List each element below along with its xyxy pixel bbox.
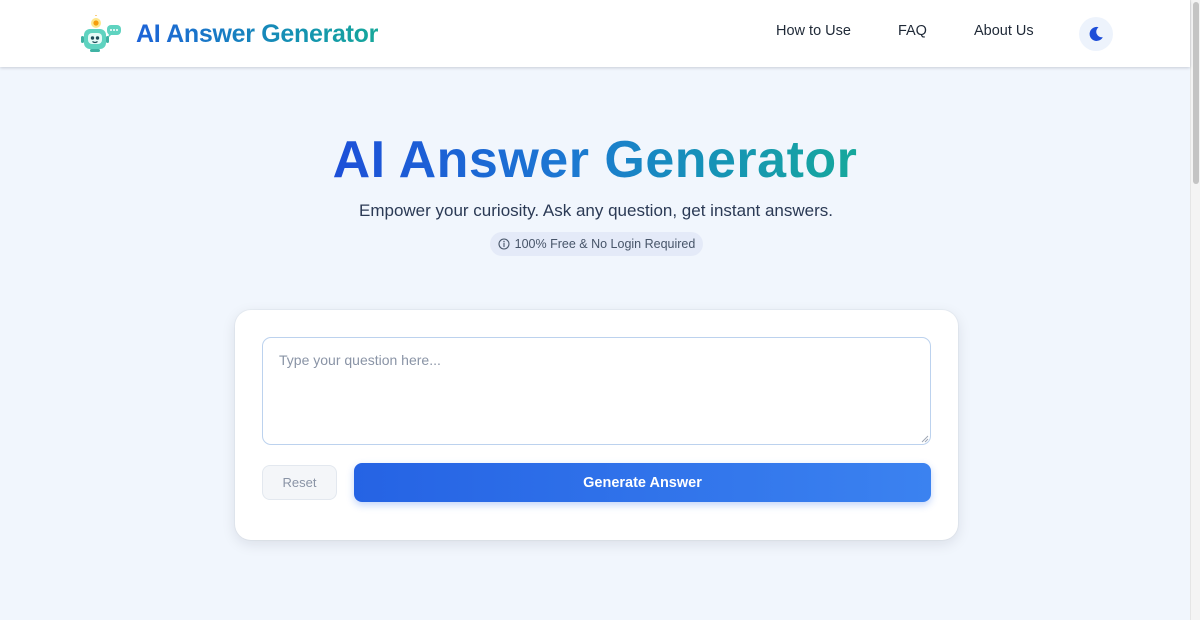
hero-title-text: AI Answer Generator bbox=[332, 131, 858, 189]
question-input[interactable] bbox=[262, 337, 931, 445]
reset-button[interactable]: Reset bbox=[262, 465, 337, 500]
nav-faq[interactable]: FAQ bbox=[898, 23, 927, 39]
moon-icon bbox=[1089, 26, 1103, 41]
free-badge: 100% Free & No Login Required bbox=[490, 232, 703, 256]
generate-answer-button[interactable]: Generate Answer bbox=[354, 463, 931, 502]
main-nav: How to Use FAQ About Us bbox=[776, 23, 1034, 39]
scrollbar-thumb[interactable] bbox=[1193, 2, 1199, 184]
theme-toggle-button[interactable] bbox=[1079, 17, 1113, 51]
question-card: Reset Generate Answer bbox=[235, 310, 958, 540]
page-scrollbar[interactable] bbox=[1190, 0, 1200, 620]
brand-link[interactable]: AI Answer Generator bbox=[80, 15, 378, 53]
brand-title: AI Answer Generator bbox=[136, 19, 379, 48]
site-header: AI Answer Generator How to Use FAQ About… bbox=[0, 0, 1190, 67]
hero-title: AI Answer Generator bbox=[0, 130, 1190, 190]
hero-subtitle: Empower your curiosity. Ask any question… bbox=[358, 201, 834, 220]
robot-logo-icon bbox=[81, 15, 121, 52]
nav-how-to-use[interactable]: How to Use bbox=[776, 23, 851, 39]
info-icon bbox=[498, 238, 510, 250]
resize-handle-icon[interactable] bbox=[921, 435, 929, 443]
badge-text: 100% Free & No Login Required bbox=[514, 237, 696, 251]
nav-about-us[interactable]: About Us bbox=[974, 23, 1034, 39]
